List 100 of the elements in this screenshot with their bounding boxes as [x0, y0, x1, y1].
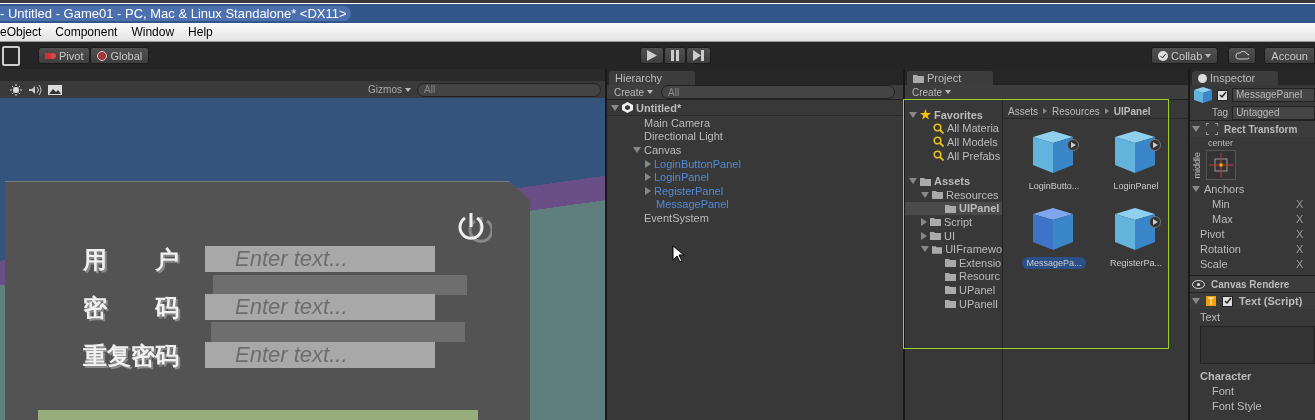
check-icon — [1158, 50, 1169, 61]
anchor-preset-icon[interactable] — [1206, 150, 1236, 180]
unity-logo-icon — [622, 102, 633, 113]
breadcrumb-item[interactable]: Assets — [1008, 105, 1038, 117]
folder-item[interactable]: UPanelI — [959, 297, 999, 310]
speaker-icon[interactable] — [28, 84, 42, 95]
pivot-icon — [45, 51, 56, 60]
anchor-vertical-label: middle — [1192, 151, 1202, 179]
favorite-item[interactable]: All Materia — [947, 122, 999, 135]
favorites-header[interactable]: Favorites — [934, 108, 983, 121]
cloud-button[interactable] — [1228, 47, 1257, 64]
caret-icon — [945, 90, 951, 94]
eye-icon — [1192, 279, 1205, 289]
collab-button[interactable]: Collab — [1151, 47, 1219, 64]
asset-item[interactable]: LoginPanel — [1109, 180, 1163, 192]
asset-item[interactable]: MessagePa... — [1022, 257, 1086, 269]
field-label: 重复密码 — [82, 342, 180, 370]
breadcrumb-item[interactable]: Resources — [1052, 105, 1100, 117]
breadcrumb-item[interactable]: UIPanel — [1113, 105, 1151, 117]
folder-item[interactable]: Resourc — [959, 270, 1000, 283]
hierarchy-item[interactable]: RegisterPanel — [654, 184, 724, 197]
expand-arrow-icon[interactable] — [645, 159, 651, 168]
rect-transform-icon — [1206, 123, 1218, 135]
component-checkbox[interactable] — [1222, 295, 1233, 307]
active-checkbox[interactable] — [1217, 89, 1228, 101]
property-label: Rotation — [1200, 242, 1242, 255]
folder-icon — [920, 176, 931, 186]
hierarchy-tab[interactable]: Hierarchy — [609, 71, 695, 85]
image-effects-icon[interactable] — [48, 84, 62, 95]
folder-item[interactable]: UIPanel — [959, 202, 1000, 215]
asset-item[interactable]: RegisterPa... — [1106, 257, 1166, 269]
search-icon — [933, 150, 944, 162]
account-button[interactable]: Accoun — [1264, 47, 1315, 64]
section-label: Character — [1200, 369, 1252, 382]
caret-icon — [1205, 53, 1212, 58]
hierarchy-search-field[interactable]: All — [661, 85, 895, 99]
tag-dropdown[interactable]: Untagged — [1232, 105, 1315, 120]
folder-item[interactable]: UIFramewo — [945, 243, 1002, 256]
text-component-icon — [1206, 296, 1216, 306]
power-icon[interactable] — [456, 212, 492, 246]
text-input-field[interactable]: Enter text... — [205, 246, 435, 272]
hierarchy-item[interactable]: MessagePanel — [656, 198, 729, 211]
axis-label: X — [1296, 242, 1304, 255]
anchor-horizontal-label: center — [1208, 138, 1233, 148]
create-button[interactable]: Create — [611, 86, 656, 98]
pause-button[interactable] — [664, 47, 687, 64]
property-label: Min — [1212, 197, 1231, 210]
asset-item[interactable]: LoginButto... — [1024, 180, 1084, 192]
folder-item[interactable]: Script — [944, 215, 973, 228]
favorite-item[interactable]: All Models — [947, 136, 998, 148]
folder-item[interactable]: UI — [944, 229, 955, 242]
sun-icon[interactable] — [10, 83, 22, 96]
name-field[interactable]: MessagePanel — [1232, 88, 1315, 102]
step-icon — [693, 50, 705, 61]
create-button[interactable]: Create — [909, 86, 954, 98]
tag-label: Tag — [1212, 107, 1229, 118]
text-input-field[interactable]: Enter text... — [205, 294, 435, 320]
rect-tool-icon[interactable] — [2, 45, 20, 66]
hierarchy-item[interactable]: Directional Light — [644, 130, 723, 143]
menu-item[interactable]: Component — [55, 25, 118, 39]
assets-header[interactable]: Assets — [934, 175, 971, 188]
property-label: Scale — [1200, 257, 1229, 270]
scene-name[interactable]: Untitled* — [636, 101, 682, 114]
mouse-cursor-icon — [672, 245, 684, 263]
property-label: Anchors — [1204, 182, 1246, 195]
cube-icon — [1193, 86, 1213, 104]
toolbar-toggle-button[interactable]: Global — [90, 47, 150, 64]
expand-arrow-icon[interactable] — [633, 147, 641, 153]
info-icon — [1198, 73, 1207, 83]
selected-row[interactable]: UIPanel — [905, 201, 1002, 216]
expand-arrow-icon[interactable] — [645, 173, 651, 182]
hierarchy-item[interactable]: Main Camera — [644, 116, 711, 129]
toolbar-toggle-button[interactable]: Pivot — [38, 47, 91, 64]
favorite-item[interactable]: All Prefabs — [947, 149, 1001, 162]
hierarchy-item[interactable]: Canvas — [644, 144, 682, 156]
inspector-tab[interactable]: Inspector — [1192, 71, 1278, 85]
search-icon — [933, 136, 944, 148]
play-button[interactable] — [640, 47, 665, 64]
pause-icon — [671, 50, 680, 61]
expand-arrow-icon[interactable] — [645, 186, 651, 195]
text-input-field[interactable]: Enter text... — [205, 342, 435, 368]
project-tab[interactable]: Project — [907, 71, 993, 85]
menu-item[interactable]: Window — [131, 25, 175, 39]
folder-icon — [945, 203, 956, 213]
step-button[interactable] — [686, 47, 712, 64]
menu-item[interactable]: eObject — [0, 25, 42, 39]
property-label: Text — [1200, 310, 1221, 323]
scene-search-field[interactable]: All — [417, 82, 601, 97]
star-icon — [920, 109, 931, 121]
hierarchy-item[interactable]: LoginPanel — [654, 171, 710, 184]
folder-icon — [945, 258, 956, 268]
folder-item[interactable]: Resources — [946, 188, 999, 201]
folder-item[interactable]: UPanel — [959, 283, 996, 296]
hierarchy-item[interactable]: EventSystem — [644, 211, 709, 224]
menu-item[interactable]: Help — [188, 25, 213, 39]
axis-label: X — [1296, 257, 1304, 270]
folder-item[interactable]: Extensio — [959, 256, 1002, 269]
gizmos-dropdown[interactable]: Gizmos — [368, 84, 411, 95]
hierarchy-item[interactable]: LoginButtonPanel — [654, 157, 741, 170]
breadcrumb-arrow-icon — [1104, 108, 1109, 114]
